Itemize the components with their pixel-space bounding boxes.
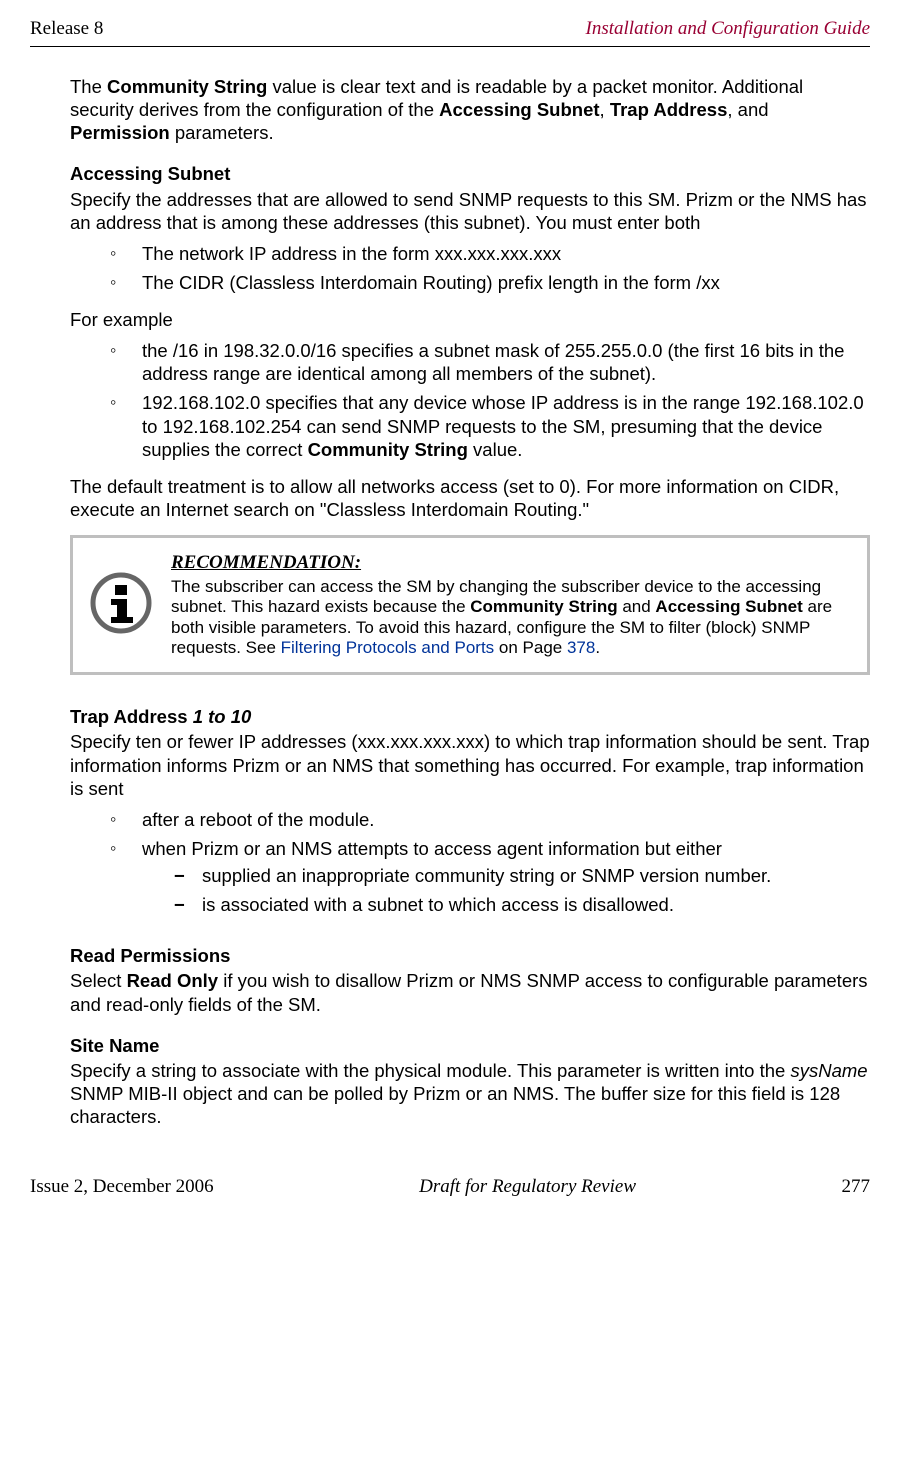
trap-p1: Specify ten or fewer IP addresses (xxx.x… (70, 730, 870, 799)
page-footer: Issue 2, December 2006 Draft for Regulat… (30, 1176, 870, 1198)
info-icon (89, 571, 153, 640)
list-item: when Prizm or an NMS attempts to access … (110, 837, 870, 916)
site-p1: Specify a string to associate with the p… (70, 1059, 870, 1128)
page-link[interactable]: 378 (567, 638, 595, 657)
header-rule (30, 46, 870, 47)
footer-page-number: 277 (842, 1176, 871, 1198)
trap-address-heading: Trap Address 1 to 10 (70, 705, 870, 728)
accessing-list2: the /16 in 198.32.0.0/16 specifies a sub… (70, 339, 870, 461)
header-release: Release 8 (30, 18, 103, 40)
recommendation-text: RECOMMENDATION: The subscriber can acces… (171, 552, 851, 658)
site-name-heading: Site Name (70, 1034, 870, 1057)
list-item: after a reboot of the module. (110, 808, 870, 831)
list-item: 192.168.102.0 specifies that any device … (110, 391, 870, 460)
accessing-p2: For example (70, 308, 870, 331)
recommendation-callout: RECOMMENDATION: The subscriber can acces… (70, 535, 870, 675)
list-item: The CIDR (Classless Interdomain Routing)… (110, 271, 870, 294)
trap-sublist: supplied an inappropriate community stri… (142, 864, 870, 916)
list-item: The network IP address in the form xxx.x… (110, 242, 870, 265)
accessing-list1: The network IP address in the form xxx.x… (70, 242, 870, 294)
filtering-link[interactable]: Filtering Protocols and Ports (281, 638, 495, 657)
content: The Community String value is clear text… (70, 75, 870, 1128)
page: Release 8 Installation and Configuration… (0, 0, 900, 1218)
list-item: is associated with a subnet to which acc… (174, 893, 870, 916)
trap-list: after a reboot of the module. when Prizm… (70, 808, 870, 917)
read-p1: Select Read Only if you wish to disallow… (70, 969, 870, 1015)
list-item: the /16 in 198.32.0.0/16 specifies a sub… (110, 339, 870, 385)
accessing-subnet-heading: Accessing Subnet (70, 162, 870, 185)
footer-issue: Issue 2, December 2006 (30, 1176, 214, 1198)
list-item: supplied an inappropriate community stri… (174, 864, 870, 887)
accessing-p1: Specify the addresses that are allowed t… (70, 188, 870, 234)
header-guide: Installation and Configuration Guide (586, 18, 870, 40)
page-header: Release 8 Installation and Configuration… (30, 18, 870, 40)
accessing-p3: The default treatment is to allow all ne… (70, 475, 870, 521)
read-permissions-heading: Read Permissions (70, 944, 870, 967)
intro-paragraph: The Community String value is clear text… (70, 75, 870, 144)
footer-draft: Draft for Regulatory Review (419, 1176, 636, 1198)
